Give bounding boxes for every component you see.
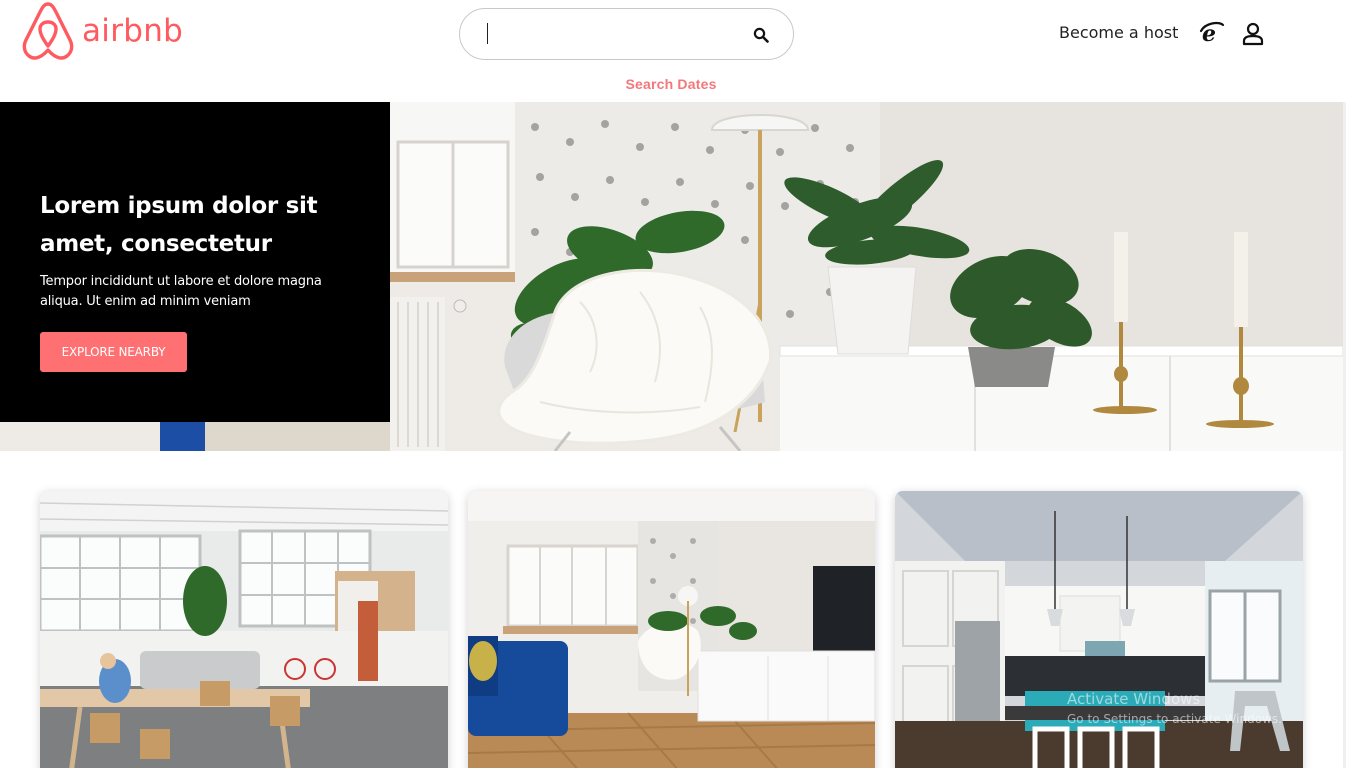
- listing-card[interactable]: [468, 491, 875, 768]
- become-a-host-link[interactable]: Become a host: [1059, 23, 1178, 42]
- hero-title: Lorem ipsum dolor sit amet, consectetur: [40, 193, 318, 257]
- hero-subtitle: Tempor incididunt ut labore et dolore ma…: [40, 274, 322, 309]
- logo-text: airbnb: [82, 13, 184, 49]
- listing-image-living-room: [468, 491, 875, 768]
- activate-windows-watermark: Activate Windows Go to Settings to activ…: [1067, 690, 1282, 726]
- page: airbnb Search Dates Become a host e Lore…: [0, 0, 1346, 768]
- watermark-title: Activate Windows: [1067, 690, 1201, 708]
- search-button[interactable]: [748, 22, 774, 48]
- listing-card[interactable]: [895, 491, 1303, 768]
- top-navbar: airbnb Search Dates Become a host e: [0, 0, 1346, 102]
- internet-explorer-icon[interactable]: e: [1199, 20, 1225, 47]
- search-dates-link[interactable]: Search Dates: [600, 76, 742, 92]
- watermark-subtitle: Go to Settings to activate Windows.: [1067, 712, 1282, 726]
- explore-nearby-button[interactable]: EXPLORE NEARBY: [40, 332, 187, 372]
- hero-text-panel: Lorem ipsum dolor sit amet, consectetur …: [0, 102, 390, 422]
- listing-card[interactable]: [40, 491, 448, 768]
- text-caret: [487, 23, 488, 44]
- user-icon[interactable]: [1241, 21, 1265, 47]
- hero-banner: Lorem ipsum dolor sit amet, consectetur …: [0, 102, 1343, 451]
- listing-image-office: [40, 491, 448, 768]
- search-bar[interactable]: [459, 8, 794, 60]
- airbnb-logo[interactable]: airbnb: [20, 0, 183, 62]
- airbnb-logo-icon: [22, 2, 74, 60]
- search-icon: [753, 27, 769, 43]
- listing-image-kitchen: [895, 491, 1303, 768]
- search-input[interactable]: [484, 21, 744, 47]
